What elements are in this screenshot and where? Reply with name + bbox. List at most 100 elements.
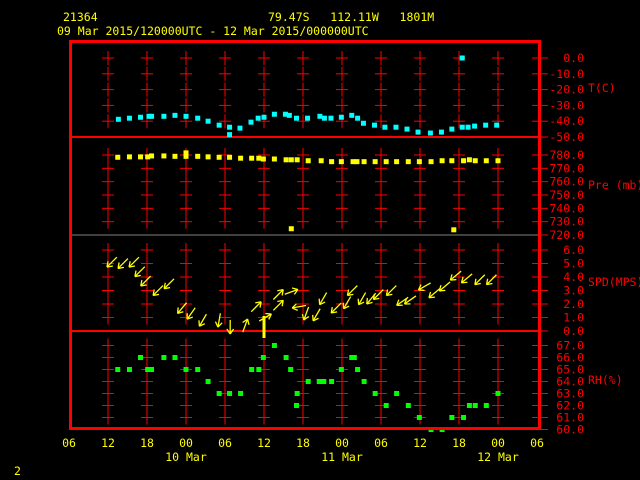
pres-point — [271, 156, 277, 162]
wind-arrow-head — [439, 289, 446, 292]
y-tick-label: 730.0 — [549, 215, 584, 229]
temp-point — [438, 129, 444, 135]
rh-point — [115, 367, 121, 372]
pres-point — [472, 158, 478, 164]
wind-arrow-head — [461, 281, 468, 284]
wind-arrow — [284, 287, 299, 295]
wind-arrow — [372, 289, 384, 301]
rh-point — [294, 391, 300, 396]
pres-point — [288, 157, 294, 163]
pres-point — [338, 159, 344, 165]
y-tick-label: 4.0 — [563, 270, 584, 284]
pres-point — [138, 154, 143, 160]
wind-arrow — [385, 285, 397, 297]
pres-point — [195, 153, 201, 159]
rh-point — [383, 403, 389, 408]
temp-point — [372, 122, 377, 128]
temp-point — [459, 124, 465, 130]
y-axis-label: T(C) — [588, 81, 616, 95]
station-timeseries-chart: 21364 79.47S 112.11W 1801M 09 Mar 2015/1… — [14, 10, 640, 478]
wind-arrow-head — [176, 307, 179, 314]
temp-point — [149, 113, 155, 119]
rh-point — [338, 367, 344, 372]
x-tick-label: 00 — [179, 436, 193, 450]
rh-point — [238, 391, 244, 396]
rh-point — [321, 379, 327, 384]
temp-point — [255, 115, 261, 121]
x-date-label: 12 Mar — [477, 450, 519, 464]
wind-arrow — [346, 285, 358, 297]
pres-point — [183, 150, 189, 156]
wind-arrow-head — [428, 296, 435, 299]
temp-point — [216, 122, 222, 128]
rh-point — [138, 355, 143, 360]
y-tick-label: 5.0 — [563, 257, 584, 271]
pres-point — [115, 154, 121, 160]
pres-point — [451, 227, 457, 233]
temp-point — [227, 124, 233, 130]
rh-point — [372, 391, 378, 396]
pres-point — [126, 154, 132, 160]
temp-point — [138, 114, 143, 120]
wind-arrow — [117, 258, 129, 270]
station-location: 79.47S 112.11W 1801M — [268, 10, 434, 24]
wind-arrow — [438, 281, 451, 292]
pres-point — [372, 159, 378, 165]
temp-point — [321, 115, 327, 121]
temp-point — [183, 113, 189, 119]
y-tick-label: 2.0 — [563, 297, 584, 311]
temp-point — [271, 111, 277, 117]
pres-point — [283, 157, 289, 163]
pres-point — [329, 159, 335, 165]
rh-point — [126, 367, 132, 372]
x-tick-label: 00 — [335, 436, 349, 450]
x-tick-label: 06 — [62, 436, 76, 450]
x-tick-label: 18 — [296, 436, 310, 450]
temp-point — [305, 115, 311, 121]
wind-arrow — [152, 285, 164, 297]
rh-point — [161, 355, 167, 360]
rh-point — [256, 367, 262, 372]
x-tick-label: 12 — [101, 436, 115, 450]
y-tick-label: 1.0 — [563, 311, 584, 325]
x-date-label: 11 Mar — [321, 450, 363, 464]
pres-point — [149, 153, 155, 159]
temp-point — [261, 114, 267, 120]
temp-point — [317, 113, 323, 119]
wind-arrow-head — [291, 287, 299, 291]
y-tick-label: 3.0 — [563, 284, 584, 298]
temp-point — [355, 115, 361, 121]
wind-arrow — [312, 308, 321, 322]
y-tick-label: 770.0 — [549, 161, 584, 175]
y-axis-label: SPD(MPS) — [588, 275, 640, 289]
pres-point — [461, 158, 467, 164]
wind-arrow — [214, 313, 223, 328]
temp-point — [382, 124, 388, 130]
x-tick-label: 12 — [257, 436, 271, 450]
temp-point — [404, 126, 410, 132]
pres-point — [428, 159, 434, 165]
pres-point — [318, 158, 324, 164]
temp-point — [328, 115, 334, 121]
temp-point — [248, 119, 254, 125]
y-tick-label: 740.0 — [549, 201, 584, 215]
wind-arrow — [186, 307, 196, 320]
y-tick-label: 720.0 — [549, 228, 584, 242]
wind-arrow — [291, 303, 307, 311]
rh-point — [288, 367, 294, 372]
wind-arrow — [198, 313, 207, 327]
rh-point — [483, 403, 489, 408]
wind-arrow — [342, 296, 352, 310]
y-tick-label: -20.0 — [549, 83, 584, 97]
rh-point — [495, 391, 501, 396]
temp-point — [294, 115, 299, 121]
pres-point — [249, 155, 255, 161]
y-tick-label: 780.0 — [549, 148, 584, 162]
temp-point — [449, 126, 455, 132]
pres-point — [260, 156, 266, 162]
rh-point — [466, 403, 472, 408]
y-tick-label: 60.0 — [556, 423, 584, 437]
pres-point — [205, 154, 211, 160]
rh-point — [361, 379, 367, 384]
wind-arrow — [250, 301, 262, 313]
